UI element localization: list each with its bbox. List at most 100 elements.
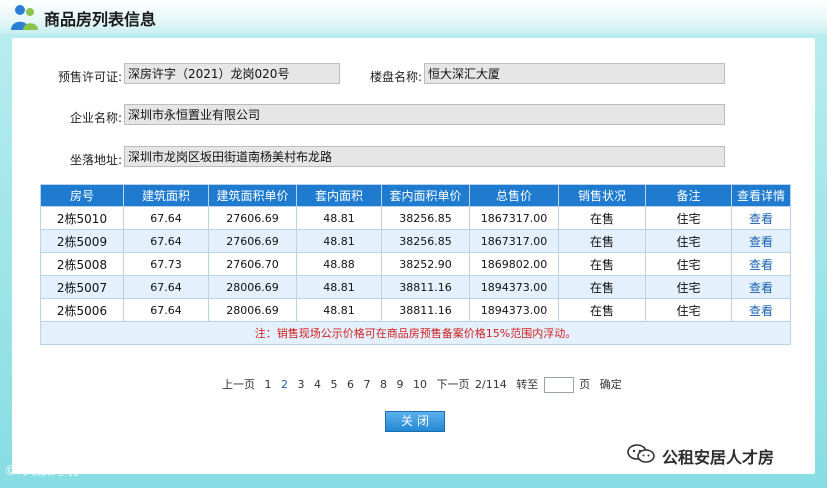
cell-build-area: 67.64 <box>123 298 209 322</box>
cell-build-unit-price: 28006.69 <box>208 298 297 322</box>
page-unit-label: 页 <box>579 378 591 391</box>
table-row: 2栋5008 67.73 27606.70 48.88 38252.90 186… <box>40 252 791 276</box>
view-detail-link[interactable]: 查看 <box>749 258 773 272</box>
cell-room-no: 2栋5007 <box>40 275 124 299</box>
cell-sale-status: 在售 <box>558 275 646 299</box>
permit-label: 预售许可证: <box>57 70 122 84</box>
page-link-1[interactable]: 1 <box>265 378 272 391</box>
col-remark: 备注 <box>645 184 732 207</box>
cell-room-no: 2栋5006 <box>40 298 124 322</box>
cell-room-no: 2栋5008 <box>40 252 124 276</box>
page-info: 2/114 <box>475 378 507 391</box>
company-field: 深圳市永恒置业有限公司 <box>124 104 725 125</box>
house-list-table: 房号 建筑面积 建筑面积单价 套内面积 套内面积单价 总售价 销售状况 备注 查… <box>40 184 791 345</box>
table-header-row: 房号 建筑面积 建筑面积单价 套内面积 套内面积单价 总售价 销售状况 备注 查… <box>40 184 791 207</box>
cell-sale-status: 在售 <box>558 298 646 322</box>
cell-build-unit-price: 27606.69 <box>208 229 297 253</box>
col-total-price: 总售价 <box>469 184 559 207</box>
permit-field: 深房许字（2021）龙岗020号 <box>124 63 340 84</box>
project-field: 恒大深汇大厦 <box>424 63 725 84</box>
table-row: 2栋5007 67.64 28006.69 48.81 38811.16 189… <box>40 275 791 299</box>
page-link-2-current[interactable]: 2 <box>281 378 288 391</box>
page-title: 商品房列表信息 <box>44 10 157 29</box>
watermark-account: 公租安居人才房 <box>662 448 775 467</box>
cell-details: 查看 <box>731 275 791 299</box>
cell-details: 查看 <box>731 229 791 253</box>
view-detail-link[interactable]: 查看 <box>749 235 773 249</box>
cell-details: 查看 <box>731 252 791 276</box>
cell-build-unit-price: 27606.70 <box>208 252 297 276</box>
cell-remark: 住宅 <box>645 229 732 253</box>
prev-page-link[interactable]: 上一页 <box>222 376 255 392</box>
col-details: 查看详情 <box>731 184 791 207</box>
view-detail-link[interactable]: 查看 <box>749 212 773 226</box>
cell-details: 查看 <box>731 298 791 322</box>
title-bar: 商品房列表信息 <box>0 0 827 34</box>
cell-inner-unit-price: 38811.16 <box>381 298 470 322</box>
address-label: 坐落地址: <box>69 153 122 167</box>
page-link-4[interactable]: 4 <box>314 378 321 391</box>
cell-details: 查看 <box>731 206 791 230</box>
watermark-source: © 大数跨境 <box>4 463 79 479</box>
cell-inner-unit-price: 38252.90 <box>381 252 470 276</box>
view-detail-link[interactable]: 查看 <box>749 304 773 318</box>
page-link-7[interactable]: 7 <box>364 378 371 391</box>
address-field: 深圳市龙岗区坂田街道南杨美村布龙路 <box>124 146 725 167</box>
cell-remark: 住宅 <box>645 298 732 322</box>
col-room-no: 房号 <box>40 184 124 207</box>
cell-total-price: 1869802.00 <box>469 252 559 276</box>
close-button[interactable]: 关闭 <box>385 411 445 432</box>
cell-inner-area: 48.88 <box>296 252 382 276</box>
cell-inner-area: 48.81 <box>296 206 382 230</box>
col-build-unit-price: 建筑面积单价 <box>208 184 297 207</box>
col-inner-unit-price: 套内面积单价 <box>381 184 470 207</box>
table-row: 2栋5006 67.64 28006.69 48.81 38811.16 189… <box>40 298 791 322</box>
cell-inner-area: 48.81 <box>296 229 382 253</box>
company-label: 企业名称: <box>69 111 122 125</box>
page-link-3[interactable]: 3 <box>298 378 305 391</box>
cell-inner-unit-price: 38811.16 <box>381 275 470 299</box>
cell-total-price: 1867317.00 <box>469 229 559 253</box>
view-detail-link[interactable]: 查看 <box>749 281 773 295</box>
page-link-8[interactable]: 8 <box>380 378 387 391</box>
table-row: 2栋5009 67.64 27606.69 48.81 38256.85 186… <box>40 229 791 253</box>
goto-page-input[interactable] <box>543 377 574 393</box>
cell-sale-status: 在售 <box>558 252 646 276</box>
pagination: 上一页 1 2 3 4 5 6 7 8 9 10 下一页 2/114 转至 页 … <box>222 376 628 393</box>
col-sale-status: 销售状况 <box>558 184 646 207</box>
cell-room-no: 2栋5010 <box>40 206 124 230</box>
cell-inner-area: 48.81 <box>296 275 382 299</box>
cell-build-area: 67.64 <box>123 229 209 253</box>
user-group-icon <box>11 5 38 30</box>
cell-total-price: 1894373.00 <box>469 298 559 322</box>
cell-remark: 住宅 <box>645 275 732 299</box>
cell-inner-unit-price: 38256.85 <box>381 229 470 253</box>
cell-inner-unit-price: 38256.85 <box>381 206 470 230</box>
page-link-10[interactable]: 10 <box>413 378 427 391</box>
goto-label: 转至 <box>516 378 539 391</box>
page-link-6[interactable]: 6 <box>347 378 354 391</box>
wechat-icon <box>627 444 655 463</box>
content-frame: 预售许可证: 深房许字（2021）龙岗020号 楼盘名称: 恒大深汇大厦 企业名… <box>0 34 827 488</box>
project-label: 楼盘名称: <box>369 70 422 84</box>
cell-build-unit-price: 28006.69 <box>208 275 297 299</box>
content-panel: 预售许可证: 深房许字（2021）龙岗020号 楼盘名称: 恒大深汇大厦 企业名… <box>12 38 815 474</box>
cell-build-area: 67.64 <box>123 206 209 230</box>
cell-sale-status: 在售 <box>558 206 646 230</box>
cell-sale-status: 在售 <box>558 229 646 253</box>
cell-remark: 住宅 <box>645 252 732 276</box>
note-row: 注：销售现场公示价格可在商品房预售备案价格15%范围内浮动。 <box>40 321 791 345</box>
cell-build-area: 67.73 <box>123 252 209 276</box>
next-page-link[interactable]: 下一页 <box>437 376 470 392</box>
col-build-area: 建筑面积 <box>123 184 209 207</box>
goto-confirm-button[interactable]: 确定 <box>600 376 622 392</box>
cell-inner-area: 48.81 <box>296 298 382 322</box>
page-link-9[interactable]: 9 <box>397 378 404 391</box>
page-link-5[interactable]: 5 <box>331 378 338 391</box>
cell-build-unit-price: 27606.69 <box>208 206 297 230</box>
cell-room-no: 2栋5009 <box>40 229 124 253</box>
col-inner-area: 套内面积 <box>296 184 382 207</box>
cell-remark: 住宅 <box>645 206 732 230</box>
cell-total-price: 1867317.00 <box>469 206 559 230</box>
cell-build-area: 67.64 <box>123 275 209 299</box>
